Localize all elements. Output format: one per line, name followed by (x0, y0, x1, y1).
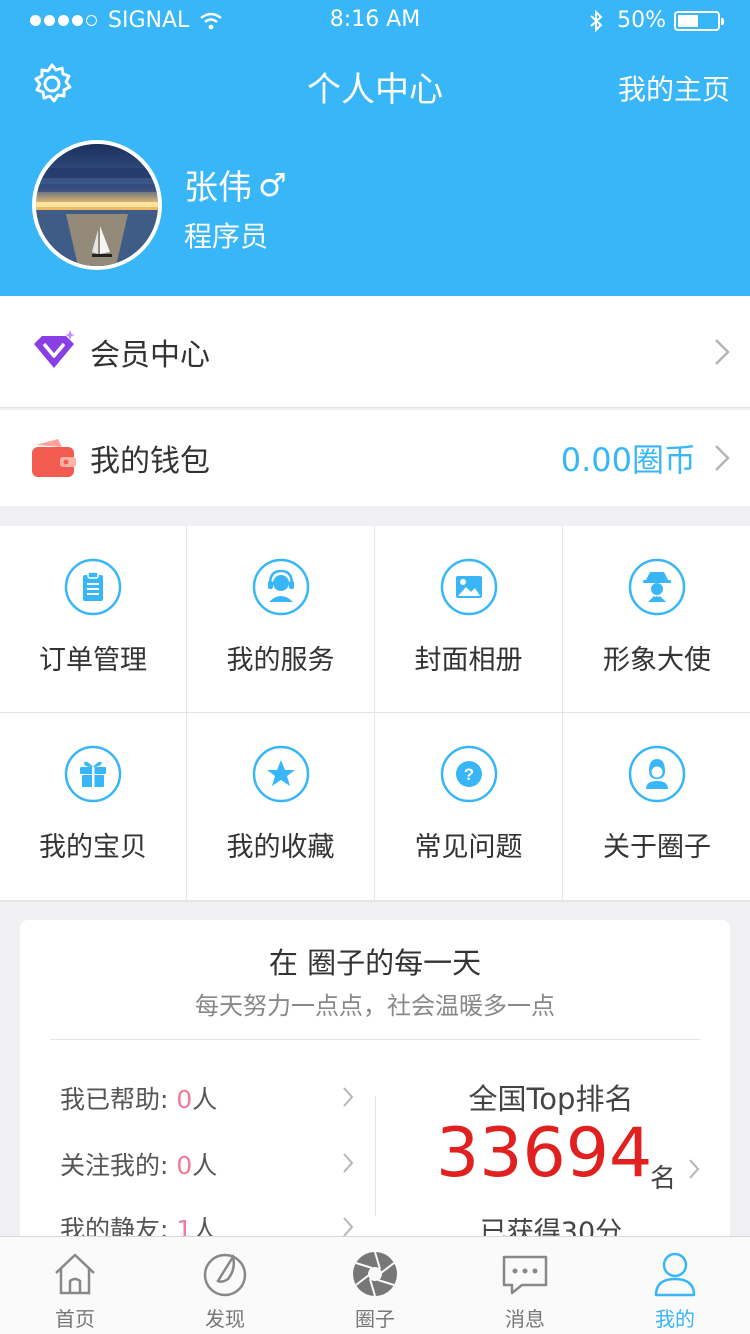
person-icon (628, 745, 686, 803)
battery-icon (674, 10, 724, 31)
my-homepage-link[interactable]: 我的主页 (618, 68, 730, 108)
stat-label: 关注我的: (60, 1151, 177, 1180)
avatar[interactable] (32, 140, 162, 270)
user-name-text: 张伟 (184, 168, 252, 208)
grid-item-ambassador[interactable]: 形象大使 (563, 526, 750, 712)
ambassador-icon (628, 558, 686, 616)
tab-bar: 首页 发现 圈子 消息 我的 (0, 1236, 750, 1334)
tab-discover[interactable]: 发现 (150, 1237, 300, 1334)
rank-number[interactable]: 33694 (436, 1120, 652, 1188)
rank-unit: 名 (650, 1164, 677, 1194)
male-gender-icon: ♂ (258, 165, 287, 204)
photo-icon (440, 558, 497, 616)
chevron-right-icon (689, 1159, 700, 1179)
battery-percent: 50% (617, 8, 666, 33)
chevron-right-icon (715, 338, 730, 365)
grid-item-label: 我的宝贝 (39, 832, 147, 863)
grid-item-orders[interactable]: 订单管理 (0, 526, 186, 712)
tab-label: 首页 (55, 1307, 95, 1331)
card-subtitle: 每天努力一点点，社会温暖多一点 (195, 992, 555, 1020)
tab-circle[interactable]: 圈子 (300, 1237, 450, 1334)
svg-text:?: ? (463, 765, 473, 784)
diamond-icon (34, 329, 75, 368)
message-icon (502, 1255, 548, 1295)
grid-item-label: 常见问题 (414, 832, 523, 863)
grid-item-album[interactable]: 封面相册 (375, 526, 562, 712)
feature-grid: 订单管理 我的服务 封面相册 形象大使 我的宝贝 我的收藏 ? 常见问题 关于圈… (0, 526, 750, 902)
tab-label: 我的 (655, 1307, 695, 1331)
grid-item-label: 我的服务 (226, 645, 335, 676)
nav-bar: 个人中心 我的主页 (0, 50, 750, 114)
divider (50, 1039, 700, 1040)
wallet-balance: 0.00圈币 (560, 441, 696, 479)
chevron-right-icon (343, 1153, 354, 1173)
chevron-right-icon (343, 1217, 354, 1237)
gift-icon (64, 745, 122, 803)
tab-label: 消息 (505, 1307, 545, 1331)
home-icon (55, 1253, 95, 1295)
stat-unit: 人 (192, 1085, 218, 1114)
rank-title: 全国Top排名 (468, 1082, 634, 1116)
tab-me[interactable]: 我的 (600, 1237, 750, 1334)
stat-followers[interactable]: 关注我的: 0人 (60, 1146, 217, 1182)
user-job: 程序员 (184, 220, 269, 253)
status-bar: SIGNAL 8:16 AM 50% (0, 0, 750, 40)
card-title: 在 圈子的每一天 (268, 946, 482, 980)
wallet-icon (32, 439, 76, 477)
star-icon (252, 745, 309, 803)
discover-icon (203, 1253, 247, 1297)
chevron-right-icon (715, 445, 730, 471)
tab-messages[interactable]: 消息 (450, 1237, 600, 1334)
grid-item-faq[interactable]: ? 常见问题 (375, 713, 562, 900)
vip-center-label: 会员中心 (90, 337, 210, 373)
profile-header: SIGNAL 8:16 AM 50% 个人中心 我的主页 张伟 ♂ 程序员 (0, 0, 750, 296)
chevron-right-icon (343, 1087, 354, 1107)
vip-center-row[interactable]: 会员中心 (0, 296, 750, 408)
bluetooth-icon (590, 9, 603, 32)
headset-service-icon (252, 558, 309, 616)
stat-value: 0 (176, 1085, 193, 1114)
grid-item-label: 形象大使 (603, 645, 711, 676)
grid-item-about[interactable]: 关于圈子 (563, 713, 750, 900)
grid-item-treasure[interactable]: 我的宝贝 (0, 713, 186, 900)
grid-item-label: 订单管理 (39, 645, 147, 676)
clipboard-icon (64, 558, 122, 616)
tab-label: 圈子 (355, 1307, 395, 1331)
grid-item-services[interactable]: 我的服务 (187, 526, 374, 712)
grid-item-label: 封面相册 (414, 645, 523, 676)
stat-helped[interactable]: 我已帮助: 0人 (60, 1080, 217, 1116)
profile-icon (654, 1252, 696, 1297)
user-name: 张伟 ♂ (184, 160, 287, 209)
wallet-label: 我的钱包 (90, 444, 210, 479)
grid-item-favorites[interactable]: 我的收藏 (187, 713, 374, 900)
grid-item-label: 我的收藏 (226, 832, 335, 863)
tab-home[interactable]: 首页 (0, 1237, 150, 1334)
aperture-icon (353, 1251, 397, 1297)
stat-value: 0 (176, 1151, 193, 1180)
stat-unit: 人 (192, 1151, 218, 1180)
grid-item-label: 关于圈子 (603, 832, 711, 863)
wallet-row[interactable]: 我的钱包 0.00圈币 (0, 410, 750, 506)
battery-indicator: 50% (589, 8, 724, 33)
stat-label: 我已帮助: (60, 1085, 177, 1114)
avatar-sunset-image (36, 144, 158, 266)
question-icon: ? (440, 745, 497, 803)
tab-label: 发现 (205, 1307, 245, 1331)
